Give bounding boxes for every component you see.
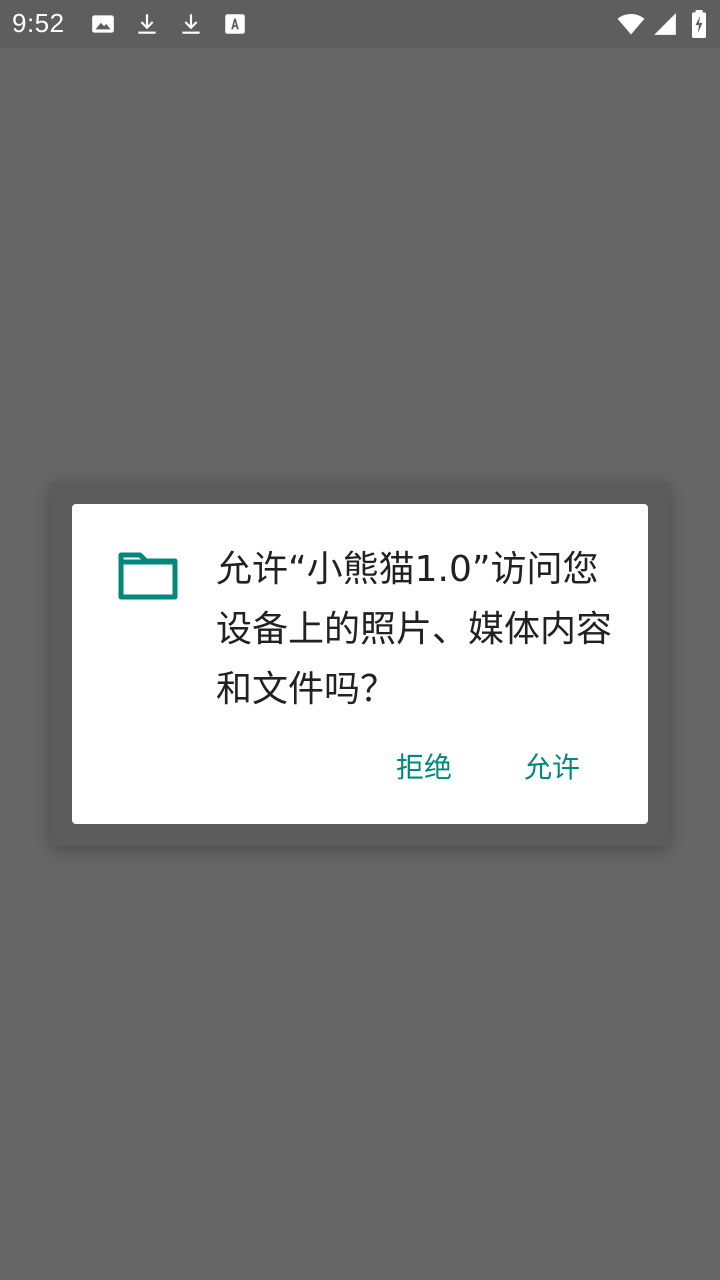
status-bar: 9:52 bbox=[0, 0, 720, 48]
signal-icon bbox=[654, 13, 676, 35]
battery-charging-icon bbox=[692, 10, 706, 38]
image-icon bbox=[92, 15, 114, 33]
permission-dialog: 允许“小熊猫1.0”访问您设备上的照片、媒体内容和文件吗？ 拒绝 允许 bbox=[72, 504, 648, 824]
dialog-message: 允许“小熊猫1.0”访问您设备上的照片、媒体内容和文件吗？ bbox=[216, 549, 613, 710]
download-icon bbox=[138, 14, 156, 34]
wifi-icon bbox=[617, 13, 645, 35]
download-icon bbox=[182, 14, 200, 34]
folder-icon bbox=[118, 552, 178, 600]
allow-button[interactable]: 允许 bbox=[512, 746, 592, 790]
deny-button[interactable]: 拒绝 bbox=[384, 746, 464, 790]
text-icon bbox=[225, 14, 245, 34]
status-time: 9:52 bbox=[12, 8, 65, 38]
